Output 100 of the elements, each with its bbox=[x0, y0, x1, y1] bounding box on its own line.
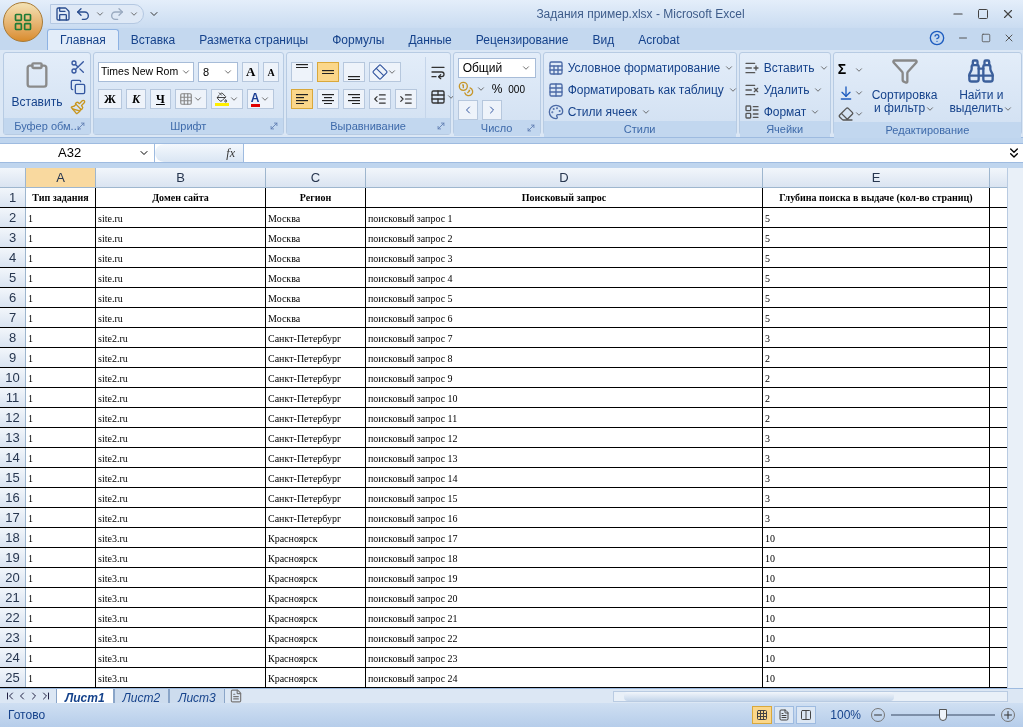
zoom-in-icon[interactable] bbox=[1001, 708, 1015, 722]
row-header[interactable]: 7 bbox=[0, 308, 26, 327]
zoom-slider[interactable] bbox=[891, 709, 995, 721]
view-button[interactable] bbox=[796, 706, 817, 724]
column-header[interactable]: D bbox=[366, 168, 763, 187]
increase-indent-button[interactable] bbox=[394, 89, 417, 109]
ribbon-tab[interactable]: Рецензирование bbox=[463, 29, 581, 50]
merge-cells-icon[interactable] bbox=[429, 89, 446, 105]
close-icon[interactable] bbox=[1003, 32, 1015, 44]
row-header[interactable]: 6 bbox=[0, 288, 26, 307]
row-header[interactable]: 3 bbox=[0, 228, 26, 247]
insert-sheet-icon[interactable] bbox=[228, 689, 243, 703]
column-header[interactable]: C bbox=[266, 168, 366, 187]
eraser-icon[interactable] bbox=[837, 106, 854, 122]
row-header[interactable]: 13 bbox=[0, 428, 26, 447]
vertical-align-button[interactable] bbox=[342, 62, 365, 82]
italic-button[interactable]: К bbox=[125, 89, 146, 109]
ribbon-tab[interactable]: Главная bbox=[47, 29, 119, 50]
font-size-field[interactable]: 8 bbox=[198, 62, 238, 82]
cut-icon[interactable] bbox=[70, 59, 86, 75]
first-sheet-icon[interactable] bbox=[4, 690, 16, 702]
row-header[interactable]: 11 bbox=[0, 388, 26, 407]
ribbon-tab[interactable]: Разметка страницы bbox=[187, 29, 321, 50]
autosum-button[interactable]: Σ bbox=[837, 59, 854, 80]
row-header[interactable]: 23 bbox=[0, 628, 26, 647]
sheet-tab[interactable]: Лист1 bbox=[56, 688, 114, 704]
horizontal-align-button[interactable] bbox=[342, 89, 365, 109]
number-format-field[interactable]: Общий bbox=[457, 58, 536, 78]
restore-icon[interactable] bbox=[981, 33, 991, 43]
thousands-button[interactable]: 000 bbox=[508, 81, 525, 97]
view-button[interactable] bbox=[774, 706, 795, 724]
fill-color-button[interactable] bbox=[210, 89, 243, 109]
column-header[interactable]: A bbox=[26, 168, 96, 187]
last-sheet-icon[interactable] bbox=[40, 690, 52, 702]
vertical-align-button[interactable] bbox=[316, 62, 339, 82]
row-header[interactable]: 24 bbox=[0, 648, 26, 667]
percent-button[interactable]: % bbox=[487, 80, 507, 98]
row-header[interactable]: 18 bbox=[0, 528, 26, 547]
copy-icon[interactable] bbox=[70, 79, 86, 95]
font-color-button[interactable]: A bbox=[246, 89, 274, 109]
name-box[interactable]: A32 bbox=[0, 144, 155, 162]
sheet-tab[interactable]: Лист2 bbox=[113, 688, 170, 704]
row-header[interactable]: 17 bbox=[0, 508, 26, 527]
row-header[interactable]: 1 bbox=[0, 188, 26, 207]
close-icon[interactable] bbox=[1001, 7, 1015, 21]
row-header[interactable]: 25 bbox=[0, 668, 26, 687]
bold-button[interactable]: Ж bbox=[98, 89, 122, 109]
ribbon-tab[interactable]: Acrobat bbox=[626, 29, 692, 50]
ribbon-tab[interactable]: Данные bbox=[396, 29, 464, 50]
row-header[interactable]: 15 bbox=[0, 468, 26, 487]
column-header[interactable]: E bbox=[763, 168, 990, 187]
styles-menu-button[interactable]: Форматировать как таблицу bbox=[547, 81, 738, 99]
row-header[interactable]: 21 bbox=[0, 588, 26, 607]
cells-menu-button[interactable]: Формат bbox=[743, 103, 829, 121]
grow-font-button[interactable]: A bbox=[242, 62, 260, 82]
wrap-text-icon[interactable] bbox=[429, 64, 446, 80]
decrease-indent-button[interactable] bbox=[368, 89, 391, 109]
horizontal-align-button[interactable] bbox=[290, 89, 313, 109]
row-header[interactable]: 9 bbox=[0, 348, 26, 367]
ribbon-tab[interactable]: Вид bbox=[580, 29, 627, 50]
horizontal-scrollbar[interactable] bbox=[612, 690, 1008, 702]
row-header[interactable]: 14 bbox=[0, 448, 26, 467]
view-button[interactable] bbox=[752, 706, 773, 724]
shrink-font-button[interactable]: A bbox=[263, 62, 279, 82]
sort-filter-button[interactable]: Сортировка и фильтр bbox=[867, 57, 942, 122]
zoom-level[interactable]: 100% bbox=[830, 706, 861, 724]
row-header[interactable]: 16 bbox=[0, 488, 26, 507]
cells-menu-button[interactable]: Удалить bbox=[743, 81, 829, 99]
cells-menu-button[interactable]: Вставить bbox=[743, 59, 829, 77]
office-button[interactable] bbox=[3, 2, 43, 42]
row-header[interactable]: 8 bbox=[0, 328, 26, 347]
row-header[interactable]: 20 bbox=[0, 568, 26, 587]
ribbon-tab[interactable]: Формулы bbox=[320, 29, 397, 50]
vertical-scrollbar[interactable] bbox=[1007, 168, 1023, 688]
styles-menu-button[interactable]: Условное форматирование bbox=[547, 59, 738, 77]
find-select-button[interactable]: Найти и выделить bbox=[945, 57, 1018, 122]
row-header[interactable]: 12 bbox=[0, 408, 26, 427]
orientation-button[interactable] bbox=[368, 62, 401, 82]
maximize-icon[interactable] bbox=[977, 8, 989, 20]
underline-button[interactable]: Ч bbox=[150, 89, 171, 109]
vertical-align-button[interactable] bbox=[290, 62, 313, 82]
row-header[interactable]: 10 bbox=[0, 368, 26, 387]
row-header[interactable]: 2 bbox=[0, 208, 26, 227]
sheet-tab[interactable]: Лист3 bbox=[169, 688, 225, 704]
styles-menu-button[interactable]: Стили ячеек bbox=[547, 103, 738, 121]
slider-thumb[interactable] bbox=[939, 709, 947, 721]
ribbon-tab[interactable]: Вставка bbox=[118, 29, 188, 50]
row-header[interactable]: 22 bbox=[0, 608, 26, 627]
row-header[interactable]: 19 bbox=[0, 548, 26, 567]
save-icon[interactable] bbox=[55, 6, 71, 22]
row-header[interactable]: 4 bbox=[0, 248, 26, 267]
help-icon[interactable] bbox=[929, 30, 945, 46]
borders-button[interactable] bbox=[174, 89, 207, 109]
paste-button[interactable]: Вставить bbox=[8, 57, 66, 118]
column-header[interactable]: B bbox=[96, 168, 266, 187]
horizontal-align-button[interactable] bbox=[316, 89, 339, 109]
font-name-field[interactable]: Times New Rom bbox=[98, 62, 194, 82]
row-header[interactable]: 5 bbox=[0, 268, 26, 287]
undo-icon[interactable] bbox=[75, 6, 91, 22]
insert-function-button[interactable]: fx bbox=[226, 144, 235, 162]
